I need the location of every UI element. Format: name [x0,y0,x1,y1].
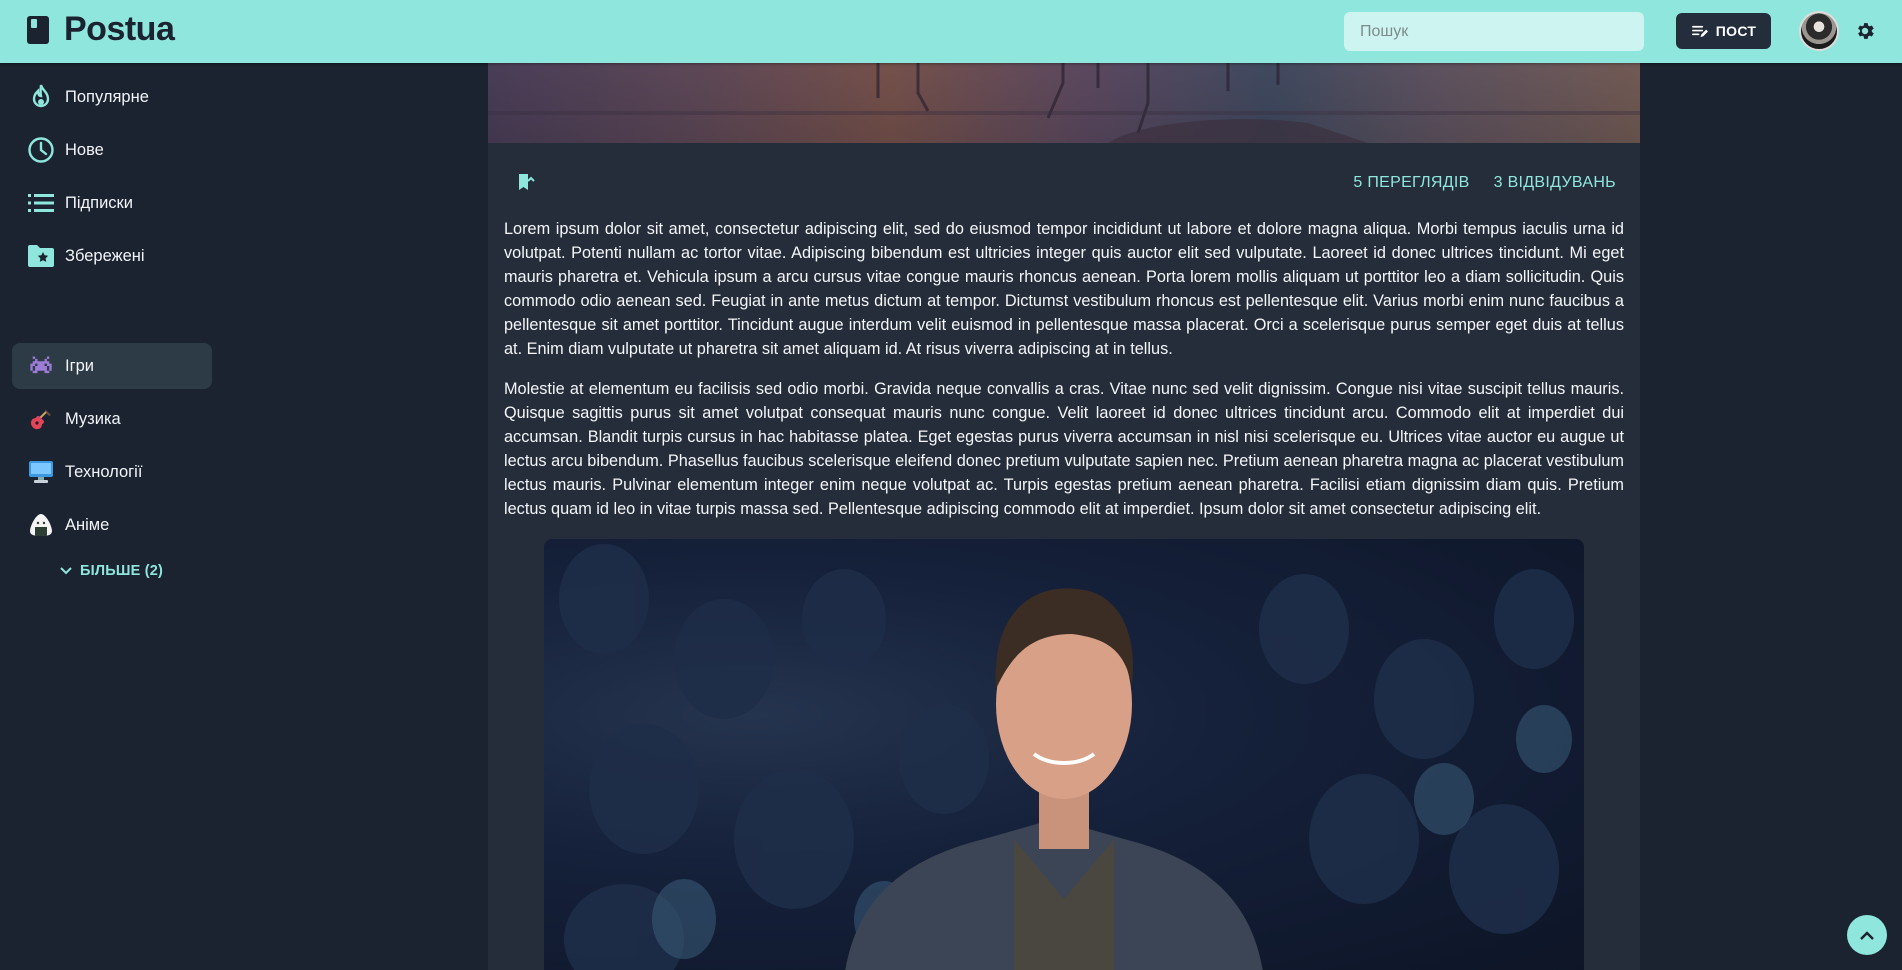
views-count: 5 ПЕРЕГЛЯДІВ [1353,174,1470,191]
visits-count: 3 ВІДВІДУВАНЬ [1493,174,1616,191]
clock-icon [26,135,56,165]
book-icon [27,15,49,44]
sidebar-item-label: Аніме [65,515,110,534]
onigiri-icon [26,510,56,540]
sidebar-item-label: Популярне [65,87,149,106]
user-avatar[interactable] [1799,11,1839,51]
sidebar-item-popular[interactable]: Популярне [12,74,212,120]
sidebar-item-technology[interactable]: Технології [12,449,212,495]
computer-icon [26,457,56,487]
flame-icon [26,82,56,112]
post-cover-image [488,63,1640,143]
list-icon [26,188,56,218]
sidebar-item-label: Ігри [65,356,94,375]
sidebar-item-saved[interactable]: Збережені [12,233,212,279]
sidebar-item-label: Підписки [65,193,133,212]
post-card: 5 ПЕРЕГЛЯДІВ 3 ВІДВІДУВАНЬ Lorem ipsum d… [488,63,1640,970]
top-header: Postua ПОСТ [0,0,1902,63]
bookmark-add-icon[interactable] [516,172,536,192]
sidebar-item-new[interactable]: Нове [12,127,212,173]
chevron-up-icon [1860,930,1874,940]
sidebar-item-games[interactable]: Ігри [12,343,212,389]
scroll-to-top-button[interactable] [1847,915,1887,955]
post-paragraph: Molestie at elementum eu facilisis sed o… [504,380,1624,518]
brand-name: Postua [64,10,175,48]
sidebar-item-label: Нове [65,140,104,159]
sidebar-item-music[interactable]: Музика [12,396,212,442]
sidebar-item-label: Збережені [65,246,145,265]
show-more-button[interactable]: БІЛЬШЕ (2) [60,563,163,579]
guitar-icon [26,404,56,434]
sidebar: Популярне Нове Підписки Збережені Ігри М… [0,63,230,970]
sidebar-item-anime[interactable]: Аніме [12,502,212,548]
gear-icon[interactable] [1854,20,1876,42]
edit-list-icon [1691,25,1708,37]
new-post-button[interactable]: ПОСТ [1676,13,1771,49]
chevron-down-icon [60,567,72,575]
sidebar-item-subscriptions[interactable]: Підписки [12,180,212,226]
sidebar-item-label: Технології [65,462,143,481]
post-button-label: ПОСТ [1715,23,1757,39]
star-folder-icon [26,241,56,271]
search-input[interactable] [1344,12,1644,51]
post-paragraph: Lorem ipsum dolor sit amet, consectetur … [504,220,1624,358]
sidebar-item-label: Музика [65,409,121,428]
post-photo [544,539,1584,970]
post-stats: 5 ПЕРЕГЛЯДІВ 3 ВІДВІДУВАНЬ [1353,174,1616,192]
brand-logo[interactable]: Postua [26,10,175,49]
space-invader-icon [26,351,56,381]
show-more-label: БІЛЬШЕ (2) [80,563,164,579]
